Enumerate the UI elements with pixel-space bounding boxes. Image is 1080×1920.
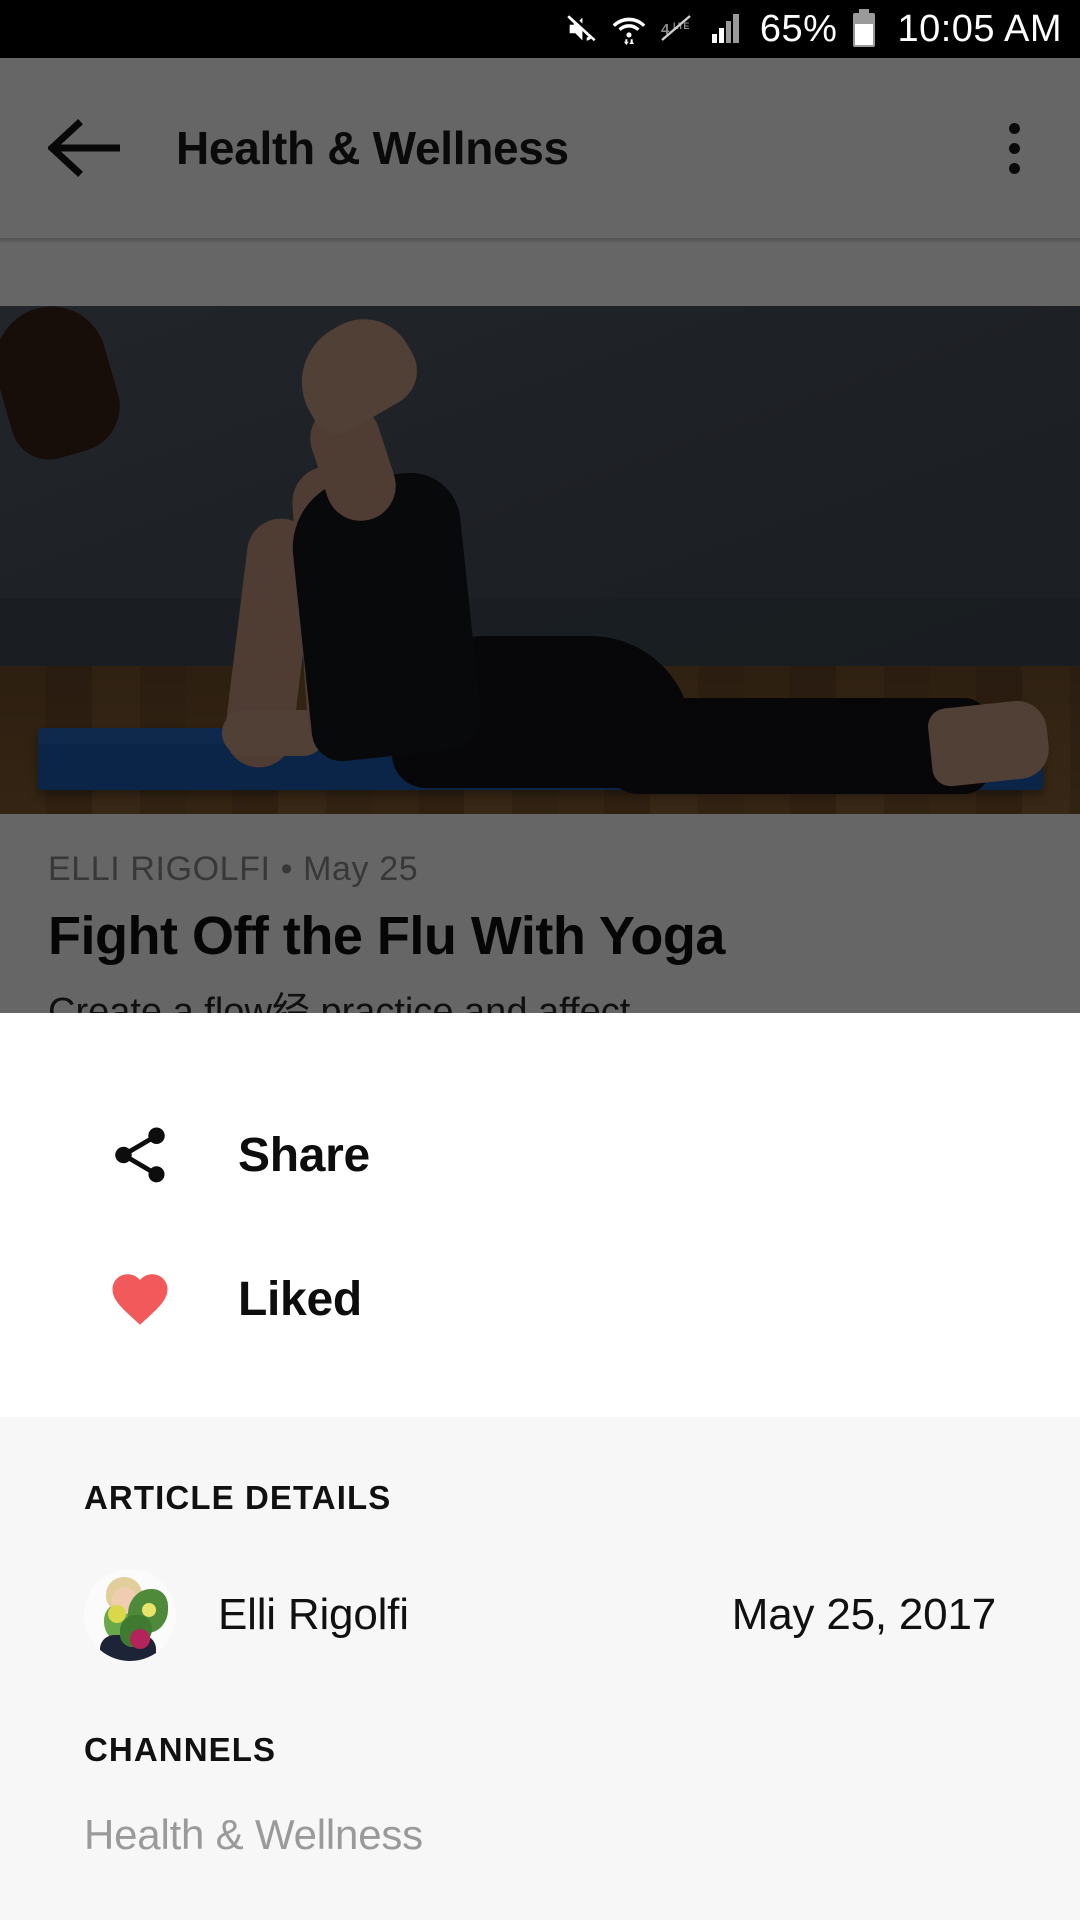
mute-icon — [564, 12, 598, 46]
sheet-action-list: Share Liked — [0, 1013, 1080, 1417]
share-action-label: Share — [238, 1128, 370, 1182]
bottom-sheet: Share Liked ARTICLE DETAILS Elli Rigolfi… — [0, 1013, 1080, 1920]
battery-percentage: 65% — [759, 8, 838, 50]
avatar — [84, 1569, 176, 1661]
article-details-section: ARTICLE DETAILS Elli Rigolfi May 25, 201… — [0, 1417, 1080, 1920]
author-row[interactable]: Elli Rigolfi May 25, 2017 — [84, 1565, 996, 1665]
author-name: Elli Rigolfi — [218, 1590, 409, 1639]
avatar-flower — [142, 1603, 156, 1617]
heart-filled-icon — [104, 1263, 176, 1335]
lte-off-icon: 4 LTE — [660, 14, 696, 44]
share-icon — [104, 1119, 176, 1191]
article-details-heading: ARTICLE DETAILS — [84, 1479, 392, 1516]
published-date: May 25, 2017 — [731, 1590, 996, 1639]
share-action-row[interactable]: Share — [0, 1083, 1080, 1227]
wifi-icon — [612, 12, 646, 46]
avatar-flower — [108, 1605, 126, 1623]
avatar-flower — [130, 1629, 150, 1649]
channel-item-health-wellness[interactable]: Health & Wellness — [84, 1811, 996, 1859]
clock: 10:05 AM — [897, 8, 1062, 50]
status-bar: 4 LTE 65% 10:05 AM — [0, 0, 1080, 58]
liked-action-label: Liked — [238, 1272, 362, 1326]
liked-action-row[interactable]: Liked — [0, 1227, 1080, 1371]
channels-heading: CHANNELS — [84, 1731, 277, 1768]
battery-icon — [851, 9, 877, 49]
signal-icon — [710, 13, 746, 45]
